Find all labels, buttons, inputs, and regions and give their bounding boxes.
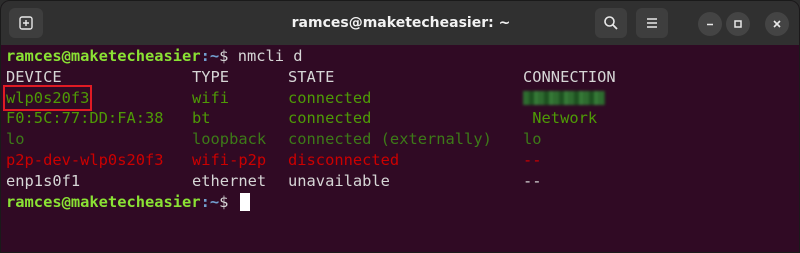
connection-name-redacted [523, 88, 605, 109]
minimize-icon [707, 23, 713, 26]
device-state: connected [288, 109, 372, 128]
device-state: disconnected [288, 150, 400, 169]
table-row: wlp0s20f3 wifi connected [2, 84, 799, 112]
device-state: unavailable [288, 171, 390, 190]
terminal-output[interactable]: ramces@maketecheasier:~$ nmcli d DEVICE … [1, 45, 799, 252]
header-type: TYPE [192, 67, 230, 86]
table-header-row: DEVICE TYPE STATE CONNECTION [6, 67, 799, 88]
new-tab-button[interactable] [9, 8, 43, 38]
menu-button[interactable] [636, 8, 668, 38]
table-row: p2p-dev-wlp0s20f3 wifi-p2p disconnected … [6, 150, 799, 171]
header-state: STATE [288, 67, 335, 86]
close-icon [773, 20, 781, 28]
device-name: enp1s0f1 [6, 171, 81, 190]
device-state: connected [288, 88, 372, 107]
prompt-line-command: ramces@maketecheasier:~$ nmcli d [6, 46, 799, 67]
prompt-path: :~ [200, 47, 220, 65]
device-type: loopback [192, 130, 267, 149]
title-bar: ramces@maketecheasier: ~ [1, 1, 799, 45]
table-row: enp1s0f1 ethernet unavailable -- [6, 171, 799, 192]
command-text: nmcli d [228, 47, 303, 65]
search-button[interactable] [595, 8, 627, 38]
connection-name: Network [523, 109, 598, 128]
header-device: DEVICE [6, 67, 62, 86]
table-row: lo loopback connected (externally) lo [6, 129, 799, 150]
connection-name: -- [523, 171, 542, 190]
connection-name: -- [523, 150, 542, 169]
table-row: F0:5C:77:DD:FA:38 bt connected Network [6, 108, 799, 129]
prompt-user-host: ramces@maketecheasier [6, 47, 201, 65]
device-name-highlighted: wlp0s20f3 [2, 84, 93, 112]
prompt-line-current: ramces@maketecheasier:~$ [6, 192, 799, 213]
connection-name: lo [523, 130, 542, 149]
device-type: bt [192, 109, 211, 128]
device-type: ethernet [192, 171, 267, 190]
new-tab-plus-icon [19, 16, 33, 30]
minimize-button[interactable] [698, 12, 722, 36]
prompt-user-host: ramces@maketecheasier [6, 192, 201, 211]
header-connection: CONNECTION [523, 67, 616, 86]
search-icon [604, 16, 618, 30]
window-title: ramces@maketecheasier: ~ [291, 15, 511, 31]
close-button[interactable] [765, 12, 789, 36]
redacted-blur [523, 91, 605, 106]
device-type: wifi [192, 88, 230, 107]
device-name: p2p-dev-wlp0s20f3 [6, 150, 164, 169]
device-name: lo [6, 130, 25, 149]
device-type: wifi-p2p [192, 150, 267, 169]
device-state: connected (externally) [288, 130, 492, 149]
terminal-window: ramces@maketecheasier: ~ ramces@maketech… [0, 0, 800, 253]
prompt-path: :~ [200, 192, 220, 211]
text-cursor [239, 193, 250, 212]
maximize-icon [734, 20, 742, 28]
device-name: F0:5C:77:DD:FA:38 [6, 109, 164, 128]
maximize-button[interactable] [726, 12, 750, 36]
hamburger-menu-icon [647, 18, 657, 28]
